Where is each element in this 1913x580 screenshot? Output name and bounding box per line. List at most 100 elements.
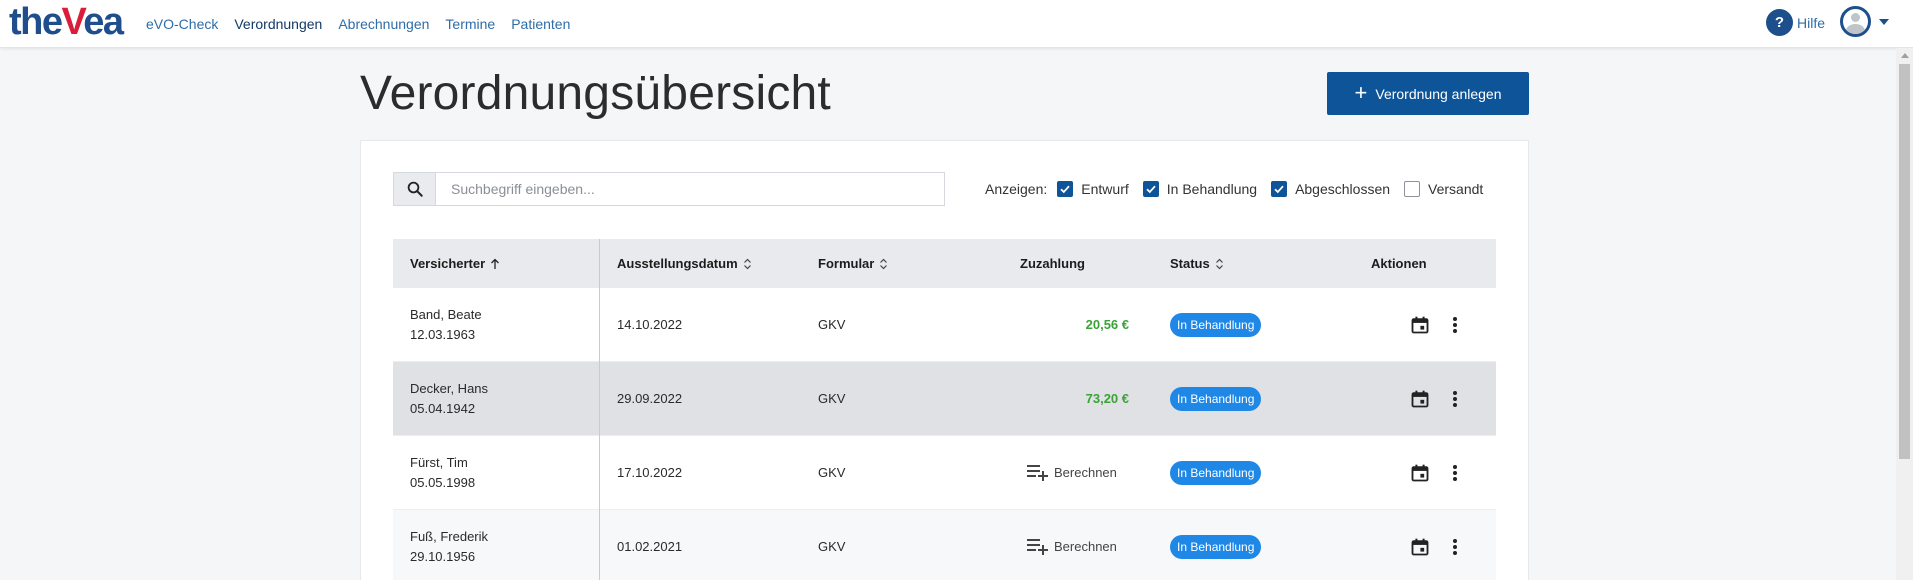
nav-item-patienten[interactable]: Patienten [511, 16, 570, 32]
table-row[interactable]: Band, Beate 12.03.1963 14.10.2022 GKV 20… [393, 287, 1496, 362]
insured-birthdate: 05.04.1942 [410, 400, 476, 416]
checkbox-checked-icon[interactable] [1057, 181, 1074, 197]
calculate-copayment-button[interactable]: Berechnen [1003, 436, 1153, 510]
cell-issue-date: 17.10.2022 [617, 465, 683, 480]
table-row[interactable]: Decker, Hans 05.04.1942 29.09.2022 GKV 7… [393, 361, 1496, 436]
checkbox-checked-icon[interactable] [1142, 181, 1159, 197]
logo-part: ea [83, 1, 124, 43]
insured-birthdate: 29.10.1956 [410, 548, 476, 564]
nav-item-abrechnungen[interactable]: Abrechnungen [338, 16, 429, 32]
cell-form: GKV [818, 317, 846, 332]
table-header: Versicherter Ausstellungsdatum Formular … [393, 239, 1496, 288]
cell-actions [1354, 288, 1496, 362]
cell-status: In Behandlung [1153, 288, 1354, 362]
scrollbar-thumb[interactable] [1899, 64, 1910, 459]
nav-item-verordnungen[interactable]: Verordnungen [234, 16, 322, 32]
filter-label: Abgeschlossen [1295, 181, 1391, 197]
cell-form: GKV [818, 465, 846, 480]
thevea-logo[interactable]: theVea [9, 1, 124, 43]
cell-issue-date: 01.02.2021 [617, 539, 683, 554]
main-nav: eVO-Check Verordnungen Abrechnungen Term… [146, 0, 570, 48]
search-bar [393, 172, 945, 206]
filter-entwurf[interactable]: Entwurf [1057, 181, 1129, 197]
status-badge: In Behandlung [1170, 386, 1262, 411]
status-filters: Anzeigen: Entwurf In Behandlung Abgeschl… [985, 178, 1483, 200]
filter-abgeschlossen[interactable]: Abgeschlossen [1271, 181, 1390, 197]
more-vert-icon[interactable] [1452, 316, 1458, 334]
column-label: Formular [818, 256, 875, 271]
cell-status: In Behandlung [1153, 510, 1354, 580]
status-badge: In Behandlung [1170, 312, 1262, 337]
sort-icon [879, 258, 888, 270]
sort-icon [743, 258, 752, 270]
cell-insured: Band, Beate 12.03.1963 [393, 287, 600, 362]
column-header-status[interactable]: Status [1153, 239, 1354, 288]
page-scrollbar[interactable] [1896, 48, 1913, 580]
status-badge: In Behandlung [1170, 534, 1262, 559]
cell-form: GKV [818, 539, 846, 554]
more-vert-icon[interactable] [1452, 464, 1458, 482]
checkbox-unchecked-icon[interactable] [1404, 181, 1421, 197]
sort-icon [1215, 258, 1224, 270]
new-prescription-label: Verordnung anlegen [1375, 85, 1502, 102]
avatar-icon [1840, 6, 1871, 37]
checkbox-checked-icon[interactable] [1271, 181, 1288, 197]
cell-actions [1354, 436, 1496, 510]
cell-insured: Decker, Hans 05.04.1942 [393, 361, 600, 436]
insured-birthdate: 05.05.1998 [410, 474, 476, 490]
calculate-icon [1026, 535, 1050, 558]
filter-in-behandlung[interactable]: In Behandlung [1142, 181, 1258, 197]
table-row[interactable]: Fürst, Tim 05.05.1998 17.10.2022 GKV Ber… [393, 435, 1496, 510]
insured-name: Fuß, Frederik [410, 528, 489, 544]
cell-insured: Fürst, Tim 05.05.1998 [393, 435, 600, 510]
cell-status: In Behandlung [1153, 436, 1354, 510]
calculate-label: Berechnen [1054, 539, 1117, 554]
more-vert-icon[interactable] [1452, 390, 1458, 408]
help-link[interactable]: ? Hilfe [1766, 9, 1825, 36]
calendar-icon[interactable] [1410, 315, 1430, 335]
cell-issue-date: 29.09.2022 [617, 391, 683, 406]
calendar-icon[interactable] [1410, 537, 1430, 557]
column-header-zuzahlung: Zuzahlung [1003, 239, 1153, 288]
filter-versandt[interactable]: Versandt [1404, 181, 1483, 197]
insured-name: Fürst, Tim [410, 454, 468, 470]
top-navigation-bar: theVea eVO-Check Verordnungen Abrechnung… [0, 0, 1913, 48]
scroll-up-arrow[interactable] [1901, 53, 1909, 58]
calculate-label: Berechnen [1054, 465, 1117, 480]
cell-copayment-amount: 73,20 € [1085, 391, 1129, 406]
column-header-aktionen: Aktionen [1354, 239, 1496, 288]
user-menu[interactable] [1840, 6, 1889, 37]
column-label: Ausstellungsdatum [617, 256, 738, 271]
calendar-icon[interactable] [1410, 389, 1430, 409]
table-row[interactable]: Fuß, Frederik 29.10.1956 01.02.2021 GKV … [393, 509, 1496, 580]
search-input[interactable] [435, 172, 945, 206]
new-prescription-button[interactable]: + Verordnung anlegen [1327, 72, 1529, 115]
cell-issue-date: 14.10.2022 [617, 317, 683, 332]
more-vert-icon[interactable] [1452, 538, 1458, 556]
search-icon [407, 181, 423, 197]
calendar-icon[interactable] [1410, 463, 1430, 483]
insured-name: Decker, Hans [410, 380, 489, 396]
logo-part-accent: V [61, 1, 85, 43]
column-header-formular[interactable]: Formular [801, 239, 1003, 288]
search-button[interactable] [393, 172, 435, 206]
filter-label: In Behandlung [1166, 181, 1258, 197]
column-label: Zuzahlung [1020, 256, 1085, 271]
filter-label: Entwurf [1081, 181, 1129, 197]
calculate-copayment-button[interactable]: Berechnen [1003, 510, 1153, 580]
nav-item-evo-check[interactable]: eVO-Check [146, 16, 218, 32]
chevron-down-icon [1879, 18, 1889, 25]
column-label: Versicherter [410, 256, 486, 271]
column-header-versicherter[interactable]: Versicherter [393, 239, 600, 288]
logo-part: the [9, 1, 63, 43]
nav-item-termine[interactable]: Termine [445, 16, 495, 32]
calculate-icon [1026, 461, 1050, 484]
filters-label: Anzeigen: [985, 181, 1048, 197]
page-title: Verordnungsübersicht [360, 67, 831, 120]
help-icon: ? [1766, 9, 1793, 36]
column-header-ausstellungsdatum[interactable]: Ausstellungsdatum [600, 239, 801, 288]
column-label: Status [1170, 256, 1210, 271]
cell-insured: Fuß, Frederik 29.10.1956 [393, 509, 600, 580]
insured-birthdate: 12.03.1963 [410, 326, 476, 342]
plus-icon: + [1354, 79, 1368, 105]
